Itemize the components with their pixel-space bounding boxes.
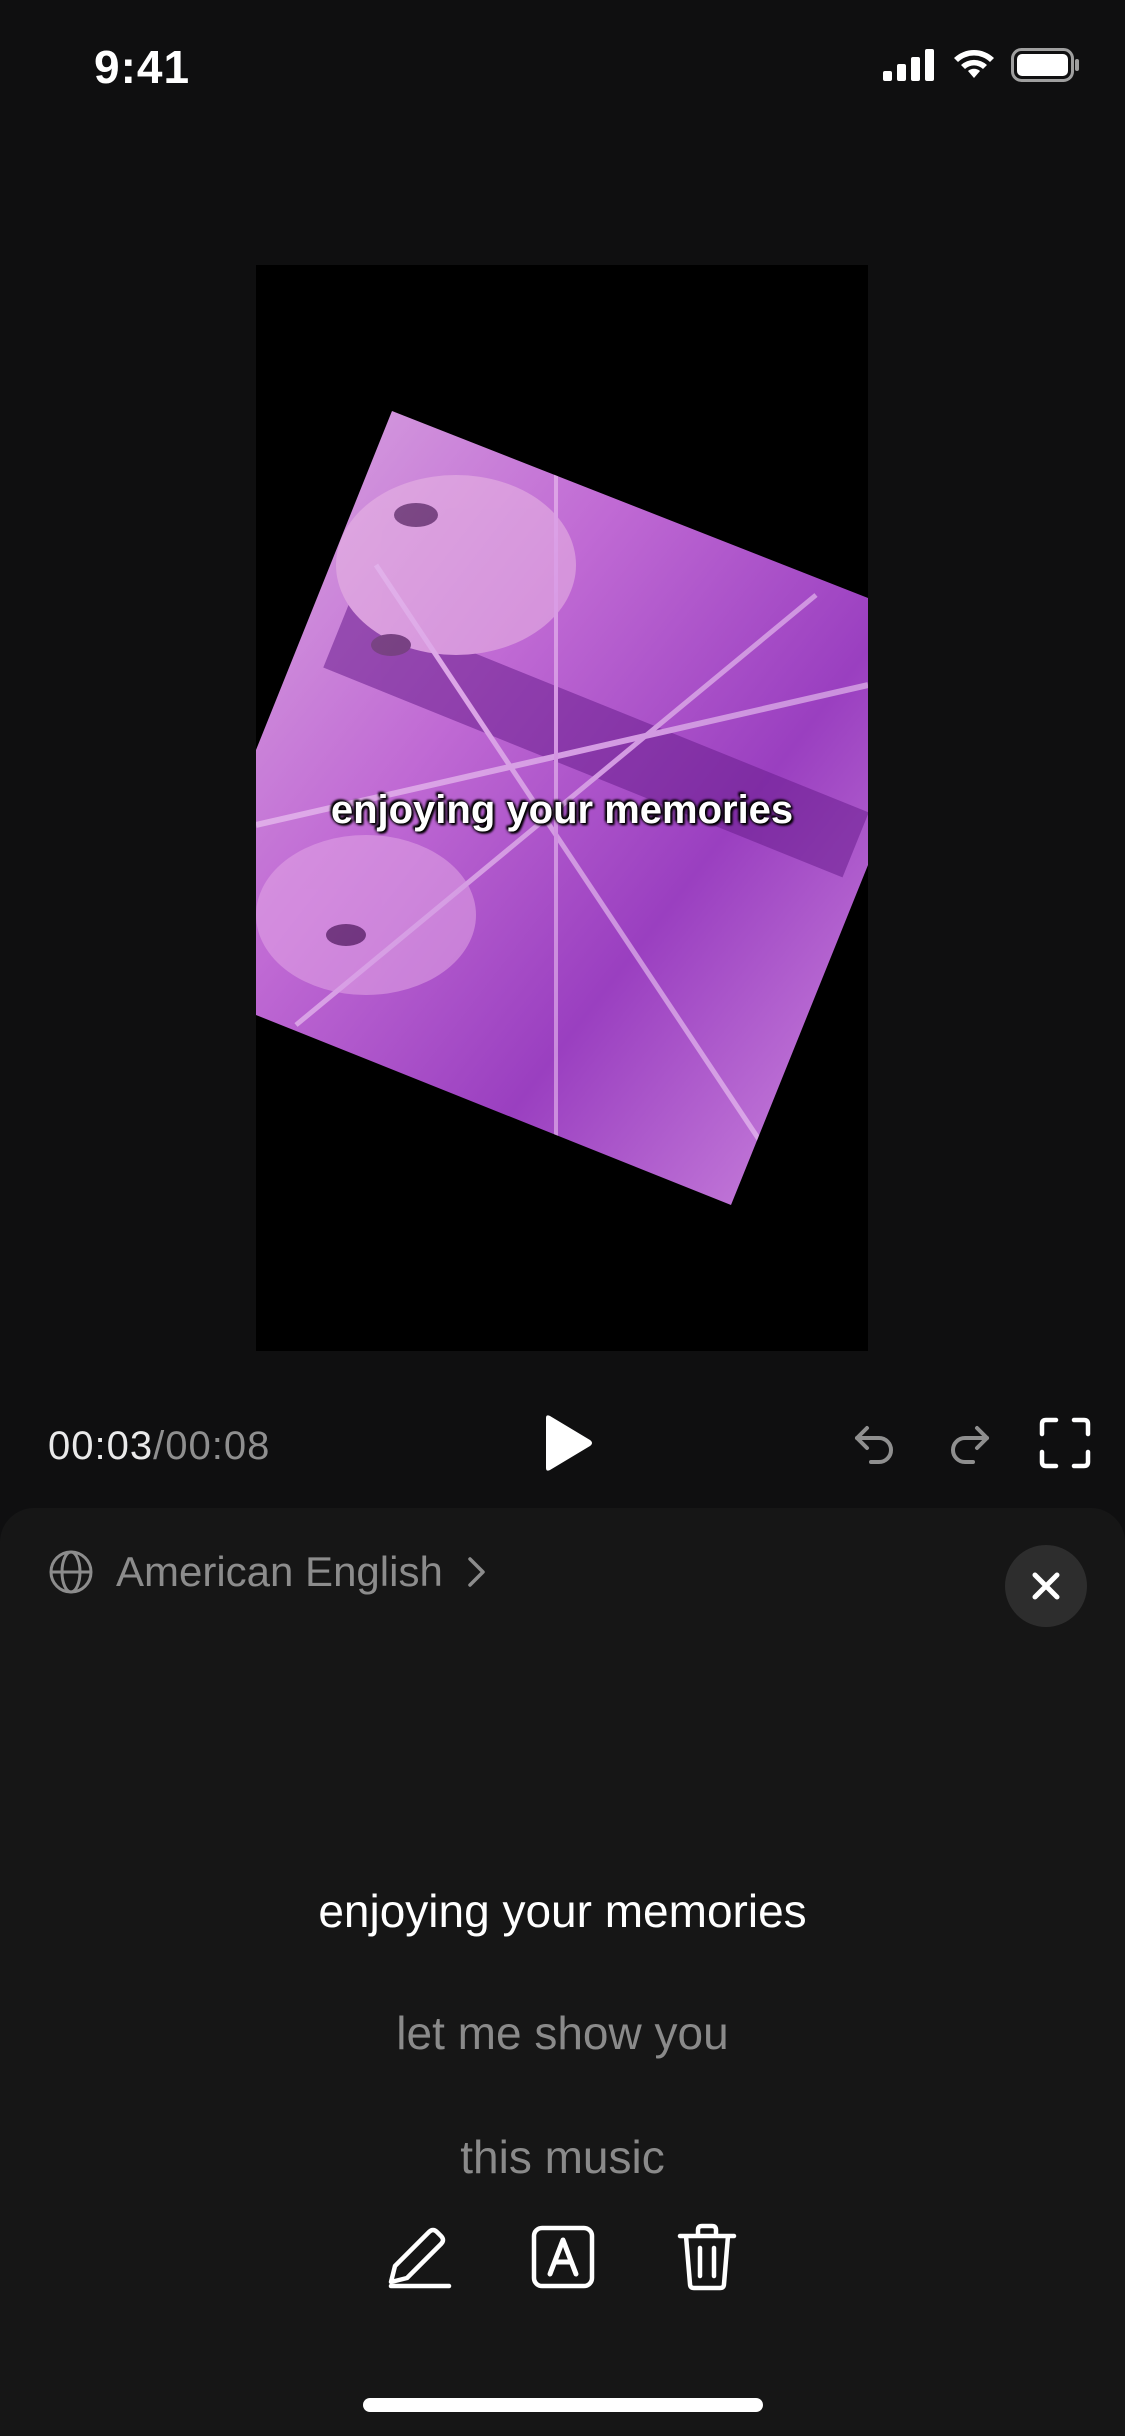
home-indicator[interactable]: [363, 2398, 763, 2412]
undo-icon: [855, 1426, 893, 1464]
globe-icon: [49, 1550, 93, 1594]
fullscreen-icon: [1039, 1417, 1091, 1469]
language-label: American English: [116, 1548, 443, 1595]
edit-button[interactable]: [383, 2222, 453, 2292]
wifi-icon: [954, 50, 994, 78]
current-time: 00:03: [48, 1424, 154, 1468]
subtitle-panel: [0, 1508, 1125, 2436]
video-preview[interactable]: enjoying your memories: [256, 265, 868, 1351]
redo-button[interactable]: [943, 1416, 997, 1470]
subtitle-line[interactable]: this music: [0, 2130, 1125, 2184]
undo-button[interactable]: [847, 1416, 901, 1470]
fullscreen-button[interactable]: [1038, 1416, 1092, 1470]
chevron-right-icon: [468, 1557, 485, 1587]
subtitle-line-active[interactable]: enjoying your memories: [0, 1884, 1125, 1938]
status-time: 9:41: [94, 41, 191, 93]
total-duration: 00:08: [165, 1424, 271, 1468]
status-icons: [883, 48, 1081, 82]
time-separator: /: [153, 1424, 166, 1468]
trash-icon: [677, 2223, 737, 2291]
subtitle-line[interactable]: let me show you: [0, 2006, 1125, 2060]
edit-icon: [388, 2227, 452, 2289]
redo-icon: [951, 1426, 989, 1464]
timecode: 00:03/00:08: [48, 1424, 270, 1469]
text-style-icon: [531, 2225, 595, 2289]
play-icon: [546, 1415, 592, 1471]
caption-overlay[interactable]: enjoying your memories: [256, 788, 868, 833]
text-style-button[interactable]: [528, 2222, 598, 2292]
language-selector[interactable]: American English: [48, 1548, 489, 1596]
delete-button[interactable]: [672, 2222, 742, 2292]
play-button[interactable]: [540, 1414, 594, 1472]
signal-icon: [883, 49, 934, 81]
close-button[interactable]: [1005, 1545, 1087, 1627]
battery-icon: [1011, 48, 1079, 82]
close-icon: [1032, 1572, 1060, 1600]
